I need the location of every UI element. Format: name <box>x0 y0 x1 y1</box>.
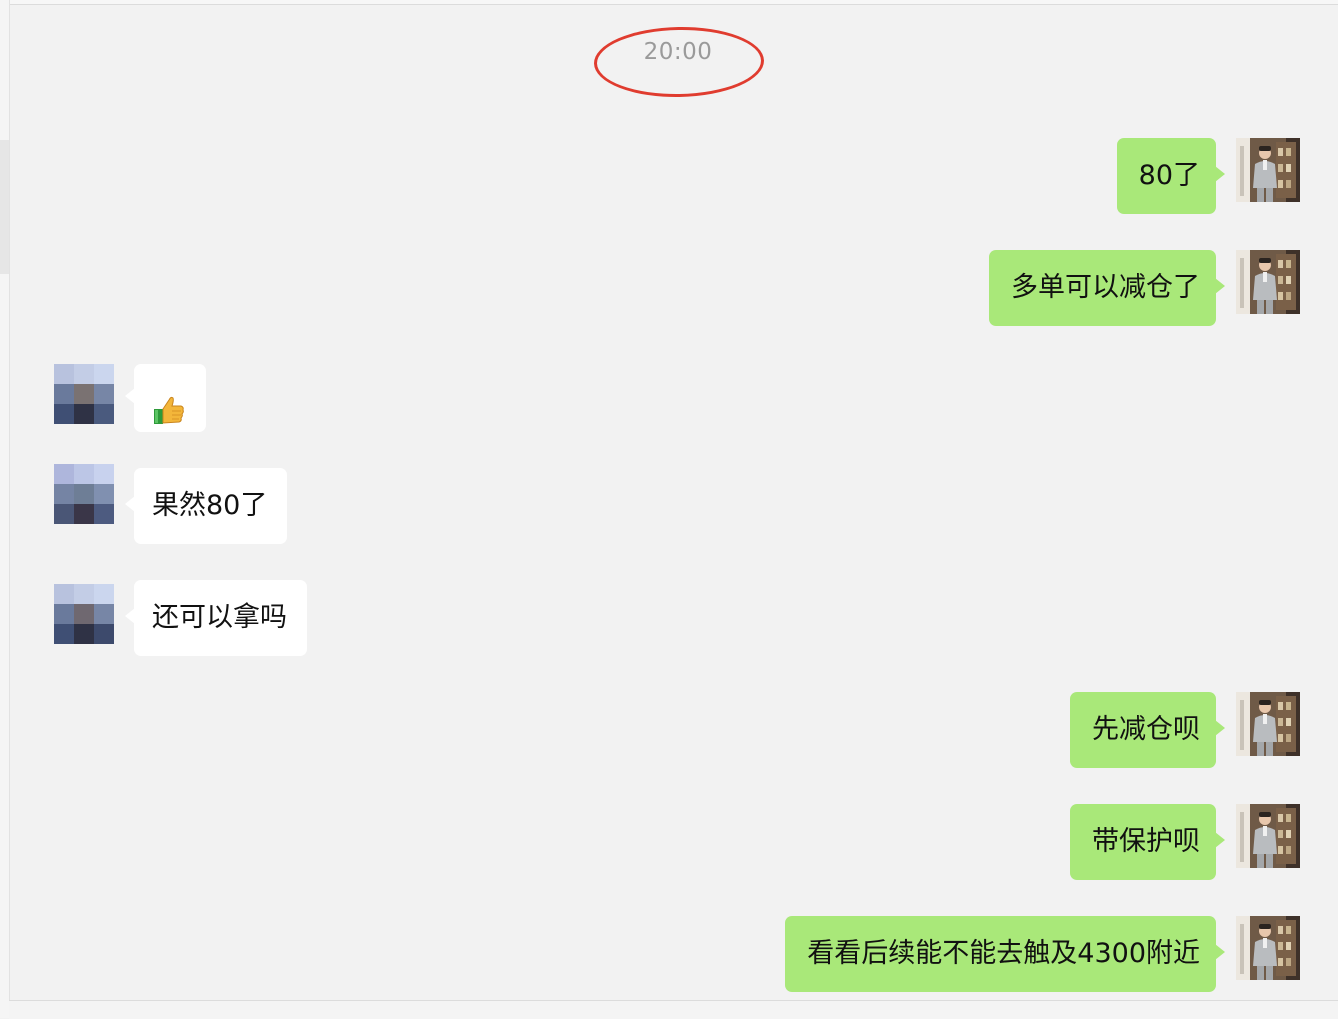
message-bubble-outgoing[interactable]: 看看后续能不能去触及4300附近 <box>785 916 1225 992</box>
self-avatar[interactable] <box>1236 804 1300 868</box>
sidebar-selection-mark <box>0 140 9 274</box>
message-timestamp: 20:00 <box>593 25 765 99</box>
message-bubble-outgoing[interactable]: 多单可以减仓了 <box>989 250 1225 326</box>
message-bubble-outgoing[interactable]: 80了 <box>1116 138 1226 214</box>
input-area-edge <box>9 1000 1338 1019</box>
message-bubble-incoming[interactable]: 还可以拿吗 <box>125 580 307 656</box>
timestamp-highlight-circle <box>593 25 765 99</box>
message-bubble-outgoing[interactable]: 先减仓呗 <box>1070 692 1225 768</box>
window-top-border <box>0 0 1338 5</box>
message-bubble-incoming[interactable] <box>125 364 206 432</box>
contact-avatar[interactable] <box>54 584 114 644</box>
self-avatar[interactable] <box>1236 916 1300 980</box>
message-bubble-outgoing[interactable]: 带保护呗 <box>1070 804 1225 880</box>
message-bubble-incoming[interactable]: 果然80了 <box>124 468 288 544</box>
self-avatar[interactable] <box>1236 138 1300 202</box>
self-avatar[interactable] <box>1236 692 1300 756</box>
thumbs-up-icon <box>152 382 186 424</box>
contact-avatar[interactable] <box>54 364 114 424</box>
self-avatar[interactable] <box>1236 250 1300 314</box>
contact-avatar[interactable] <box>54 464 114 524</box>
